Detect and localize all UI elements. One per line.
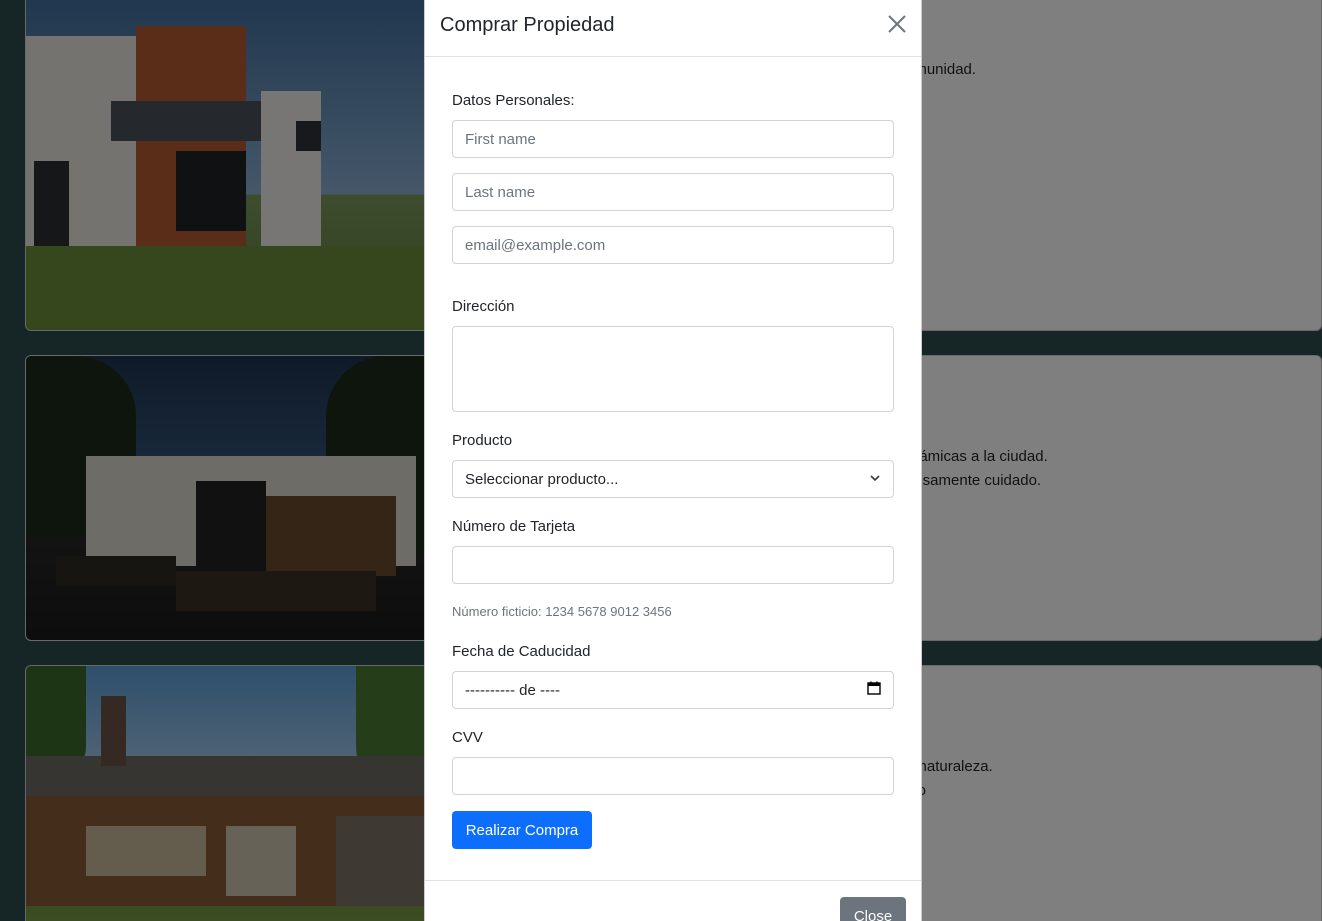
address-label: Dirección — [452, 298, 515, 315]
modal-footer: Close — [425, 880, 921, 921]
modal-title: Comprar Propiedad — [440, 14, 615, 36]
cvv-input[interactable] — [452, 757, 894, 795]
submit-purchase-button[interactable]: Realizar Compra — [452, 811, 592, 849]
close-icon[interactable] — [887, 14, 907, 34]
card-number-input[interactable] — [452, 546, 894, 584]
product-label: Producto — [452, 432, 513, 449]
product-selected-value: Seleccionar producto... — [465, 470, 619, 488]
product-select[interactable]: Seleccionar producto... — [452, 460, 894, 498]
email-input[interactable] — [452, 226, 894, 264]
calendar-icon[interactable] — [867, 681, 881, 699]
last-name-input[interactable] — [452, 173, 894, 211]
first-name-input[interactable] — [452, 120, 894, 158]
close-button[interactable]: Close — [840, 897, 906, 921]
purchase-modal: Comprar Propiedad Datos Personales: Dire… — [424, 0, 922, 921]
modal-header: Comprar Propiedad — [425, 0, 921, 57]
expiry-date-input[interactable]: ---------- de ---- — [452, 671, 894, 709]
expiry-date-value: ---------- de ---- — [465, 681, 560, 699]
expiry-label: Fecha de Caducidad — [452, 643, 591, 660]
card-number-help: Número ficticio: 1234 5678 9012 3456 — [452, 604, 672, 619]
address-textarea[interactable] — [452, 326, 894, 412]
personal-data-label: Datos Personales: — [452, 92, 575, 109]
cvv-label: CVV — [452, 729, 483, 746]
chevron-down-icon — [869, 471, 881, 488]
card-number-label: Número de Tarjeta — [452, 518, 576, 535]
